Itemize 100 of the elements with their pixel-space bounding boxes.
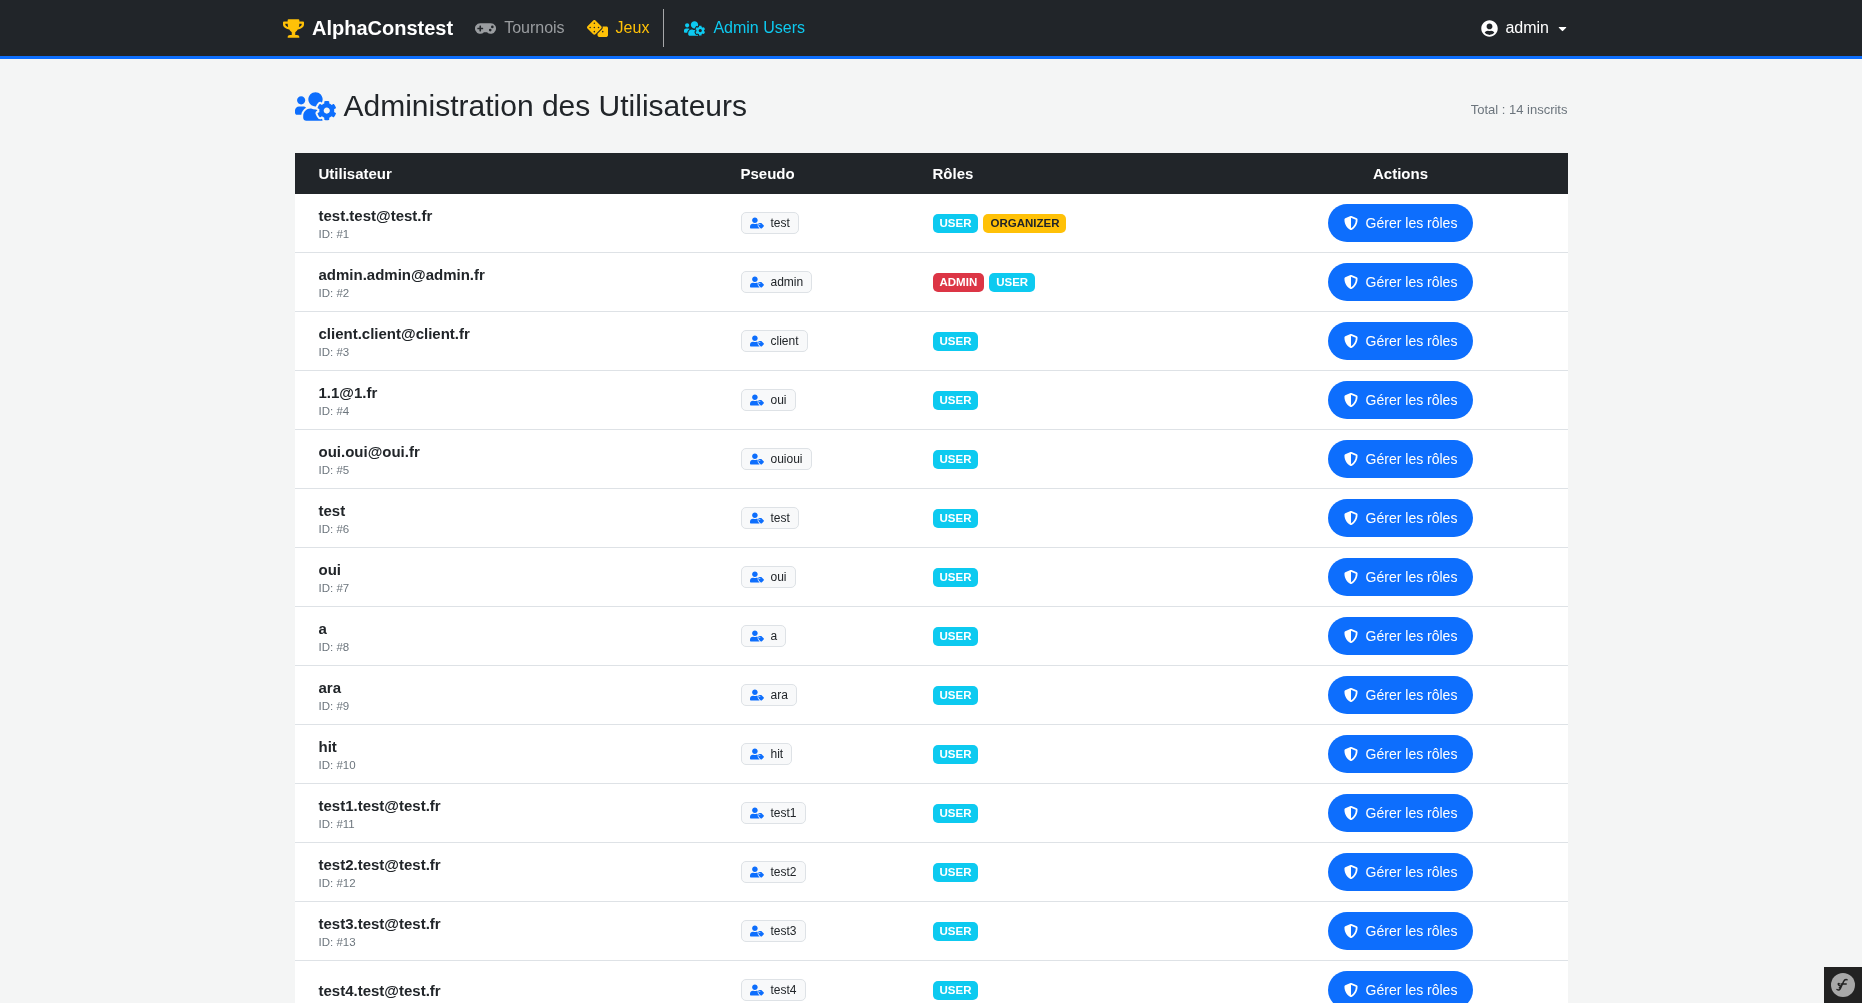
- pseudo-label: admin: [770, 275, 804, 289]
- shield-icon: [1343, 806, 1358, 820]
- role-tag: USER: [932, 803, 979, 823]
- manage-roles-button[interactable]: Gérer les rôles: [1327, 912, 1474, 950]
- user-id: ID: #13: [318, 935, 357, 948]
- user-email: admin.admin@admin.fr: [318, 265, 486, 283]
- user-id: ID: #6: [318, 522, 351, 535]
- user-menu-button[interactable]: admin: [1481, 15, 1579, 41]
- user-tag-icon: [749, 865, 764, 879]
- manage-roles-button[interactable]: Gérer les rôles: [1327, 204, 1474, 242]
- user-email: oui: [318, 560, 342, 578]
- user-email: test4.test@test.fr: [318, 981, 442, 999]
- role-tag: USER: [932, 744, 979, 764]
- user-tag-icon: [749, 393, 764, 407]
- user-email: client.client@client.fr: [318, 324, 471, 342]
- user-id: ID: #11: [318, 817, 356, 830]
- user-id: ID: #9: [318, 699, 351, 712]
- shield-icon: [1343, 393, 1358, 407]
- shield-icon: [1343, 570, 1358, 584]
- column-header: Pseudo: [739, 165, 796, 182]
- user-id: ID: #1: [318, 227, 351, 240]
- brand-link[interactable]: AlphaConstest: [283, 16, 454, 40]
- user-tag-icon: [749, 688, 764, 702]
- pseudo-label: oui: [770, 393, 787, 407]
- nav-link[interactable]: Jeux: [586, 17, 650, 39]
- role-tag: USER: [932, 331, 979, 351]
- pseudo-label: ara: [770, 688, 788, 702]
- shield-icon: [1343, 688, 1358, 702]
- user-tag-icon: [749, 983, 764, 997]
- manage-roles-button[interactable]: Gérer les rôles: [1327, 381, 1474, 419]
- user-email: test: [318, 501, 347, 519]
- user-id: ID: #10: [318, 758, 357, 771]
- manage-roles-button[interactable]: Gérer les rôles: [1327, 971, 1474, 1003]
- user-id: ID: #2: [318, 286, 351, 299]
- shield-icon: [1343, 216, 1358, 230]
- user-email: 1.1@1.fr: [318, 383, 379, 401]
- user-email: a: [318, 619, 328, 637]
- shield-icon: [1343, 747, 1358, 761]
- logo-icon: [1831, 973, 1855, 997]
- user-tag-icon: [749, 452, 764, 466]
- role-tag: USER: [932, 508, 979, 528]
- role-tag: USER: [932, 980, 979, 1000]
- manage-roles-button[interactable]: Gérer les rôles: [1327, 558, 1474, 596]
- shield-icon: [1343, 865, 1358, 879]
- nav-link[interactable]: Admin Users: [684, 17, 805, 39]
- role-tag: USER: [989, 272, 1036, 292]
- shield-icon: [1343, 629, 1358, 643]
- pseudo-label: oui: [770, 570, 787, 584]
- pseudo-label: hit: [770, 747, 784, 761]
- shield-icon: [1343, 275, 1358, 289]
- manage-roles-button[interactable]: Gérer les rôles: [1327, 499, 1474, 537]
- shield-icon: [1343, 983, 1358, 997]
- pseudo-label: client: [770, 334, 799, 348]
- user-tag-icon: [749, 570, 764, 584]
- user-tag-icon: [749, 275, 764, 289]
- column-header: Actions: [1372, 165, 1429, 182]
- pseudo-label: ouioui: [770, 452, 803, 466]
- pseudo-label: a: [770, 629, 778, 643]
- role-tag: USER: [932, 626, 979, 646]
- manage-roles-button[interactable]: Gérer les rôles: [1327, 735, 1474, 773]
- user-email: test1.test@test.fr: [318, 796, 442, 814]
- pseudo-label: test: [770, 216, 790, 230]
- role-tag: USER: [932, 213, 979, 233]
- user-tag-icon: [749, 629, 764, 643]
- user-tag-icon: [749, 511, 764, 525]
- pseudo-label: test4: [770, 983, 797, 997]
- dice-icon: [586, 17, 608, 39]
- user-id: ID: #12: [318, 876, 357, 889]
- column-header: Utilisateur: [317, 165, 393, 182]
- user-email: test.test@test.fr: [318, 206, 434, 224]
- toolbar-toggle-button[interactable]: [1824, 967, 1862, 1003]
- nav-link[interactable]: Tournois: [475, 17, 565, 39]
- role-tag: USER: [932, 862, 979, 882]
- pseudo-label: test2: [770, 865, 797, 879]
- user-tag-icon: [749, 747, 764, 761]
- page-title: Administration des Utilisateurs: [343, 89, 747, 123]
- role-tag: USER: [932, 567, 979, 587]
- user-id: ID: #8: [318, 640, 351, 653]
- role-tag: ADMIN: [932, 272, 985, 292]
- user-id: ID: #3: [318, 345, 351, 358]
- manage-roles-button[interactable]: Gérer les rôles: [1327, 322, 1474, 360]
- user-id: ID: #4: [318, 404, 351, 417]
- user-email: ara: [318, 678, 343, 696]
- manage-roles-button[interactable]: Gérer les rôles: [1327, 676, 1474, 714]
- role-tag: USER: [932, 921, 979, 941]
- manage-roles-button[interactable]: Gérer les rôles: [1327, 263, 1474, 301]
- role-tag: USER: [932, 449, 979, 469]
- user-email: test3.test@test.fr: [318, 914, 442, 932]
- manage-roles-button[interactable]: Gérer les rôles: [1327, 440, 1474, 478]
- user-email: hit: [318, 737, 338, 755]
- manage-roles-button[interactable]: Gérer les rôles: [1327, 853, 1474, 891]
- manage-roles-button[interactable]: Gérer les rôles: [1327, 794, 1474, 832]
- user-tag-icon: [749, 216, 764, 230]
- manage-roles-button[interactable]: Gérer les rôles: [1327, 617, 1474, 655]
- trophy-icon: [283, 17, 304, 39]
- user-tag-icon: [749, 924, 764, 938]
- pseudo-label: test3: [770, 924, 797, 938]
- pseudo-label: test: [770, 511, 790, 525]
- shield-icon: [1343, 452, 1358, 466]
- pseudo-label: test1: [770, 806, 797, 820]
